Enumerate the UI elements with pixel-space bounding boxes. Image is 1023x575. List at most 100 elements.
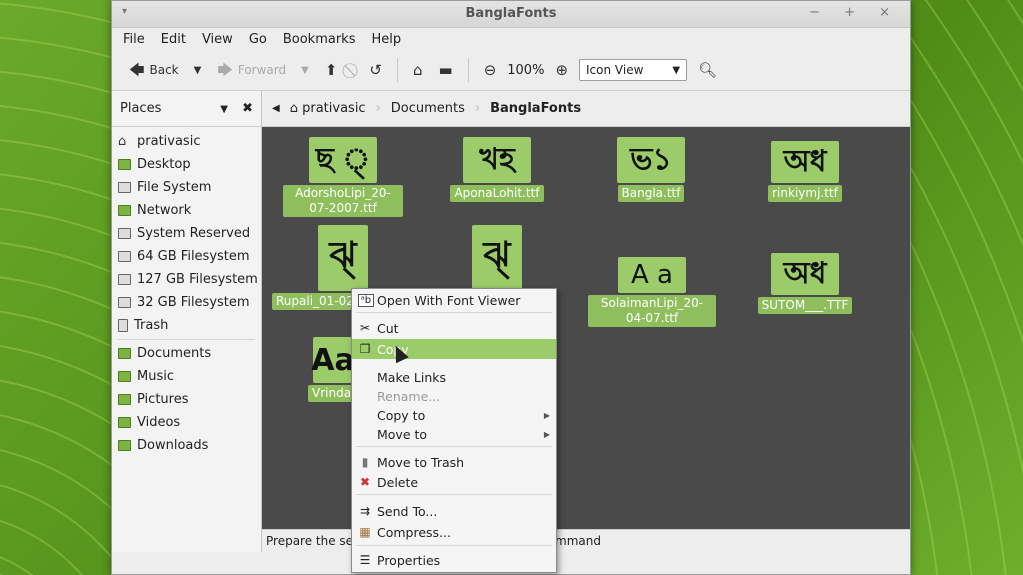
- stop-button[interactable]: ⃠: [348, 60, 358, 81]
- sidebar-item-music[interactable]: Music: [112, 365, 261, 388]
- font-preview: অধ: [771, 253, 839, 295]
- close-sidebar-icon[interactable]: ✖: [242, 101, 253, 116]
- sidebar-mode-dropdown-icon[interactable]: ▼: [220, 104, 228, 115]
- status-text-left: Prepare the sele: [266, 534, 364, 548]
- window-controls[interactable]: − + ×: [809, 5, 900, 20]
- submenu-arrow-icon: ▶: [543, 410, 550, 420]
- sidebar-item-home[interactable]: ⌂ prativasic: [112, 130, 261, 153]
- reload-button[interactable]: ↺: [364, 60, 387, 81]
- menu-bookmarks[interactable]: Bookmarks: [282, 32, 357, 47]
- file-item[interactable]: অধ SUTOM___.TTF: [757, 253, 853, 314]
- sidebar-item-label: 32 GB Filesystem: [137, 295, 250, 310]
- zoom-level: 100%: [507, 62, 545, 78]
- network-icon: [118, 205, 131, 216]
- menu-item-rename[interactable]: Rename...: [352, 386, 556, 406]
- archive-icon: ▦: [359, 525, 371, 539]
- forward-button[interactable]: 🡆 Forward ▼: [212, 60, 313, 81]
- breadcrumb-item-home[interactable]: ⌂ prativasic: [290, 101, 366, 116]
- menu-item-open-with-font-viewer[interactable]: ᵃb Open With Font Viewer: [352, 290, 556, 310]
- file-item[interactable]: ভ১ Bangla.ttf: [604, 137, 698, 202]
- file-item[interactable]: খহ AponaLohit.ttf: [450, 137, 544, 202]
- sidebar-separator: [118, 339, 255, 340]
- toolbar: 🡄 Back ▼ 🡆 Forward ▼ ⬆ ⃠ ↺ ⌂ ▬ ⊖ 100% ⊕ …: [112, 50, 910, 91]
- menu-edit[interactable]: Edit: [160, 32, 187, 47]
- breadcrumb-separator: ›: [375, 101, 381, 116]
- back-arrow-icon: 🡄: [129, 60, 145, 79]
- sidebar-item-videos[interactable]: Videos: [112, 411, 261, 434]
- sidebar-item-label: Network: [137, 203, 192, 218]
- forward-history-dropdown-icon[interactable]: ▼: [301, 65, 309, 76]
- menu-item-copy[interactable]: ❐ Copy: [352, 339, 556, 359]
- file-label: AdorshoLipi_20-07-2007.ttf: [283, 185, 403, 217]
- menu-go[interactable]: Go: [248, 32, 268, 47]
- folder-icon: [118, 417, 131, 428]
- menu-file[interactable]: File: [122, 32, 146, 47]
- forward-arrow-icon: 🡆: [217, 60, 233, 79]
- sidebar-item-pictures[interactable]: Pictures: [112, 388, 261, 411]
- breadcrumb-item-documents[interactable]: Documents: [391, 101, 465, 116]
- up-arrow-icon: ⬆: [324, 60, 338, 79]
- menu-item-cut[interactable]: ✂ Cut: [352, 318, 556, 338]
- view-mode-select[interactable]: Icon View ▼: [579, 59, 688, 81]
- sidebar: Places ▼ ✖ ⌂ prativasic Desktop File Syst…: [112, 91, 262, 552]
- zoom-out-button[interactable]: ⊖: [479, 60, 502, 81]
- sidebar-item-downloads[interactable]: Downloads: [112, 434, 261, 457]
- menu-item-label: Make Links: [377, 369, 447, 385]
- sidebar-item-label: prativasic: [137, 134, 201, 149]
- menu-item-move-to-trash[interactable]: ▮ Move to Trash: [352, 452, 556, 472]
- computer-button[interactable]: ▬: [434, 60, 458, 81]
- back-label: Back: [149, 63, 179, 77]
- sidebar-item-32gb[interactable]: 32 GB Filesystem: [112, 291, 261, 314]
- back-button[interactable]: 🡄 Back ▼: [124, 60, 206, 81]
- breadcrumb-item-current[interactable]: BanglaFonts: [490, 101, 581, 116]
- zoom-in-button[interactable]: ⊕: [550, 60, 573, 81]
- drive-icon: [118, 182, 131, 193]
- sidebar-item-documents[interactable]: Documents: [112, 342, 261, 365]
- context-menu: ᵃb Open With Font Viewer ✂ Cut ❐ Copy Make …: [351, 288, 557, 573]
- font-preview: ভ১: [617, 137, 685, 183]
- sidebar-item-network[interactable]: Network: [112, 199, 261, 222]
- font-viewer-icon: ᵃb: [358, 293, 374, 307]
- sidebar-item-label: System Reserved: [137, 226, 251, 241]
- menu-item-make-links[interactable]: Make Links: [352, 367, 556, 387]
- sidebar-item-127gb[interactable]: 127 GB Filesystem: [112, 268, 261, 291]
- breadcrumb-label: prativasic: [302, 101, 366, 116]
- menu-item-label: Properties: [377, 552, 441, 568]
- menu-item-copy-to[interactable]: Copy to ▶: [352, 405, 556, 425]
- menu-item-delete[interactable]: ✖ Delete: [352, 472, 556, 492]
- file-item[interactable]: অধ rinkiymj.ttf: [758, 141, 852, 202]
- breadcrumb-back-icon[interactable]: ◀: [272, 103, 280, 114]
- menu-separator: [356, 312, 552, 313]
- submenu-arrow-icon: ▶: [543, 429, 550, 439]
- file-item[interactable]: ছ ্ AdorshoLipi_20-07-2007.ttf: [282, 137, 404, 217]
- file-item[interactable]: ঝ্: [472, 225, 522, 291]
- menu-item-label: Copy to: [377, 407, 426, 423]
- sidebar-item-64gb[interactable]: 64 GB Filesystem: [112, 245, 261, 268]
- monitor-icon: ▬: [438, 60, 453, 79]
- menu-item-compress[interactable]: ▦ Compress...: [352, 522, 556, 542]
- menu-item-label: Move to Trash: [377, 454, 465, 470]
- file-item[interactable]: A a SolaimanLipi_20-04-07.ttf: [587, 257, 717, 327]
- search-button[interactable]: 🔍︎: [693, 60, 722, 81]
- home-button[interactable]: ⌂: [408, 60, 428, 81]
- sidebar-item-file-system[interactable]: File System: [112, 176, 261, 199]
- menu-item-properties[interactable]: ☰ Properties: [352, 550, 556, 570]
- menu-item-send-to[interactable]: ⇉ Send To...: [352, 501, 556, 521]
- sidebar-item-label: Videos: [137, 415, 181, 430]
- copy-icon: ❐: [359, 342, 371, 356]
- menu-view[interactable]: View: [201, 32, 234, 47]
- back-history-dropdown-icon[interactable]: ▼: [194, 65, 202, 76]
- zoom-in-icon: ⊕: [555, 60, 569, 79]
- sidebar-item-desktop[interactable]: Desktop: [112, 153, 261, 176]
- menu-item-move-to[interactable]: Move to ▶: [352, 424, 556, 444]
- file-label: SUTOM___.TTF: [757, 297, 853, 314]
- up-button[interactable]: ⬆: [320, 60, 343, 81]
- font-preview: অধ: [771, 141, 839, 183]
- search-icon: 🔍︎: [698, 60, 718, 79]
- sidebar-places-list: ⌂ prativasic Desktop File System Network …: [112, 127, 261, 457]
- sidebar-item-trash[interactable]: Trash: [112, 314, 261, 337]
- menu-help[interactable]: Help: [370, 32, 402, 47]
- sidebar-item-system-reserved[interactable]: System Reserved: [112, 222, 261, 245]
- menu-item-label: Cut: [377, 320, 399, 336]
- drive-icon: [118, 228, 131, 239]
